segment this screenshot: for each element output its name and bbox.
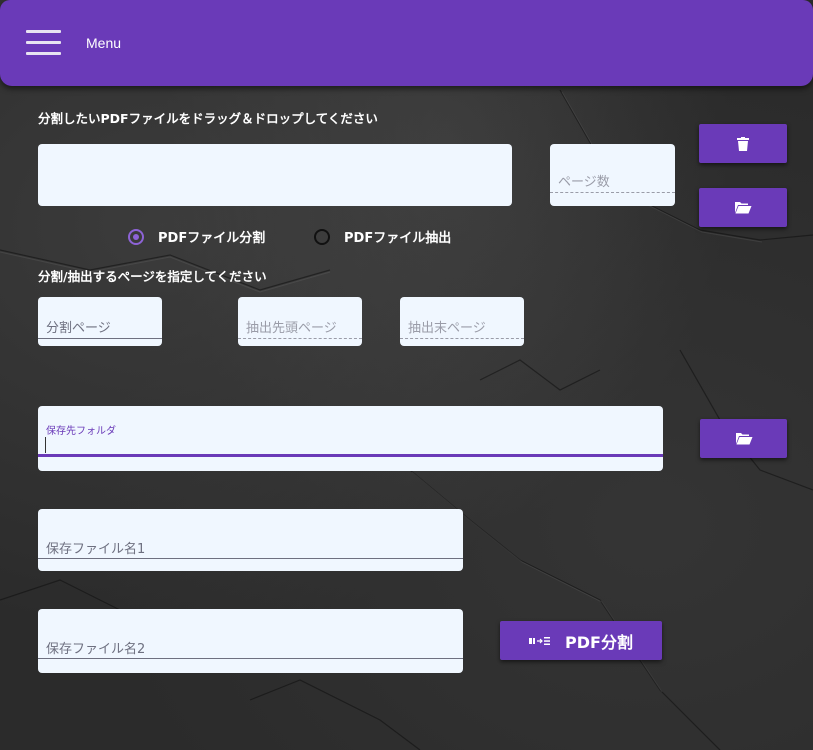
delete-button[interactable]: [699, 124, 787, 163]
extract-start-field[interactable]: 抽出先頭ページ: [238, 297, 362, 346]
focus-underline: [38, 454, 663, 457]
split-icon: [529, 636, 551, 645]
pdf-split-button[interactable]: PDF分割: [500, 621, 662, 660]
trash-icon: [737, 136, 749, 151]
extract-end-field[interactable]: 抽出末ページ: [400, 297, 524, 346]
file-name-1-placeholder: 保存ファイル名1: [46, 542, 146, 557]
radio-extract-label: PDFファイル抽出: [344, 231, 452, 246]
hamburger-menu-icon[interactable]: [26, 30, 61, 56]
app-bar: Menu: [0, 0, 813, 86]
pages-instruction: 分割/抽出するページを指定してください: [38, 269, 267, 284]
pdf-drop-zone[interactable]: [38, 144, 512, 206]
folder-open-icon: [735, 433, 752, 445]
split-page-field[interactable]: 分割ページ: [38, 297, 162, 346]
browse-folder-button[interactable]: [700, 419, 787, 458]
save-folder-field[interactable]: 保存先フォルダ: [38, 406, 663, 471]
folder-open-icon: [735, 202, 752, 214]
radio-split-label: PDFファイル分割: [158, 231, 266, 246]
menu-label[interactable]: Menu: [86, 35, 121, 51]
file-name-2-field[interactable]: 保存ファイル名2: [38, 609, 463, 673]
page-count-placeholder: ページ数: [558, 175, 610, 190]
extract-start-placeholder: 抽出先頭ページ: [246, 321, 337, 336]
file-name-1-field[interactable]: 保存ファイル名1: [38, 509, 463, 571]
file-name-2-placeholder: 保存ファイル名2: [46, 642, 146, 657]
drop-instruction: 分割したいPDFファイルをドラッグ＆ドロップしてください: [38, 111, 378, 126]
radio-extract-indicator[interactable]: [314, 228, 330, 245]
page-count-field: ページ数: [550, 144, 675, 206]
radio-split[interactable]: PDFファイル分割: [128, 227, 265, 246]
radio-extract[interactable]: PDFファイル抽出: [314, 227, 451, 246]
radio-split-indicator[interactable]: [128, 228, 144, 245]
open-file-button[interactable]: [699, 188, 787, 227]
save-folder-label: 保存先フォルダ: [46, 426, 116, 437]
pdf-split-label: PDF分割: [565, 632, 633, 652]
extract-end-placeholder: 抽出末ページ: [408, 321, 486, 336]
split-page-placeholder: 分割ページ: [46, 321, 111, 336]
text-cursor: [45, 437, 46, 453]
